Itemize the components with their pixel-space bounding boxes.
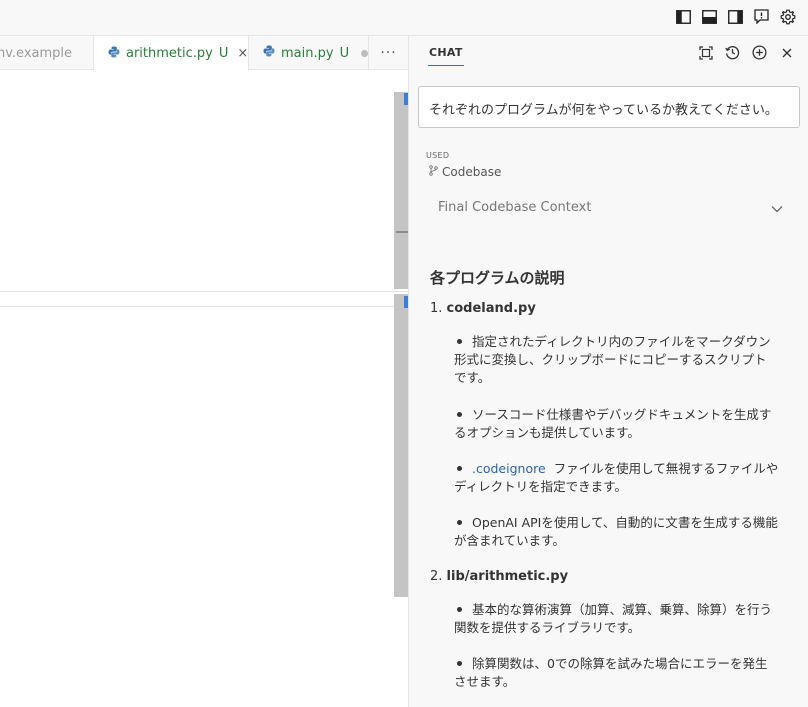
editor-tab-bar: nv.example arithmetic.py U × main.py U ·…: [0, 36, 408, 71]
chat-header: CHAT: [409, 36, 808, 70]
chat-panel: CHAT それぞれのプログラムが何をやっているか教えてください。 USED Co…: [408, 36, 808, 707]
editor-area: nv.example arithmetic.py U × main.py U ·…: [0, 36, 408, 707]
close-icon[interactable]: [778, 44, 795, 61]
layout-controls: [675, 8, 796, 25]
unsaved-dot-icon[interactable]: [361, 49, 368, 57]
bullet-text: 指定されたディレクトリ内のファイルをマークダウン: [472, 334, 771, 349]
bullet-icon: [457, 520, 462, 525]
tab-env-example[interactable]: nv.example: [0, 36, 94, 70]
bullet-icon: [457, 661, 462, 666]
chat-actions: [697, 44, 795, 61]
list-item: 指定されたディレクトリ内のファイルをマークダウン 形式に変換し、クリップボードに…: [454, 333, 794, 387]
untracked-badge: U: [339, 45, 350, 61]
python-file-icon: [108, 46, 120, 62]
codebase-context-collapsible[interactable]: Final Codebase Context: [438, 200, 783, 218]
item-number: 1.: [430, 301, 443, 316]
tab-label: main.py: [281, 45, 334, 61]
feedback-icon[interactable]: [753, 8, 770, 25]
bullet-text: ディレクトリを指定できます。: [454, 479, 627, 494]
history-icon[interactable]: [724, 44, 741, 61]
bullet-text: ファイルを使用して無視するファイルや: [553, 461, 779, 476]
untracked-badge: U: [218, 46, 229, 61]
gear-icon[interactable]: [779, 8, 796, 25]
bullet-icon: [457, 412, 462, 417]
list-item: 基本的な算術演算（加算、減算、乗算、除算）を行う 関数を提供するライブラリです。: [454, 601, 794, 637]
more-actions-button[interactable]: ···: [369, 36, 408, 70]
bullet-icon: [457, 339, 462, 344]
tab-label: nv.example: [0, 45, 73, 61]
chat-title[interactable]: CHAT: [429, 46, 463, 59]
bullet-text: ソースコード仕様書やデバッグドキュメントを生成す: [472, 407, 772, 422]
new-chat-icon[interactable]: [751, 44, 768, 61]
response-heading: 各プログラムの説明: [430, 269, 565, 287]
file-name: lib/arithmetic.py: [446, 569, 569, 584]
editor-split-divider[interactable]: [0, 291, 408, 292]
toggle-primary-sidebar-icon[interactable]: [675, 8, 692, 25]
maximize-icon[interactable]: [697, 44, 714, 61]
list-item: .codeignore ファイルを使用して無視するファイルや ディレクトリを指定…: [454, 460, 794, 496]
editor-pane-border: [0, 306, 408, 307]
list-item-title: 2. lib/arithmetic.py: [430, 569, 568, 584]
used-context-label: USED: [426, 151, 450, 160]
tab-arithmetic-py[interactable]: arithmetic.py U ×: [94, 36, 249, 71]
bullet-text: 関数を提供するライブラリです。: [454, 620, 641, 635]
file-name: codeland.py: [446, 301, 536, 316]
context-label: Final Codebase Context: [438, 200, 592, 215]
bullet-icon: [457, 607, 462, 612]
list-item: OpenAI APIを使用して、自動的に文書を生成する機能 が含まれています。: [454, 514, 794, 550]
item-number: 2.: [430, 569, 443, 584]
list-item-title: 1. codeland.py: [430, 301, 536, 316]
list-item: 除算関数は、0での除算を試みた場合にエラーを発生 させます。: [454, 655, 794, 691]
codeignore-link[interactable]: .codeignore: [472, 461, 546, 476]
chevron-down-icon[interactable]: [771, 202, 783, 217]
toggle-panel-icon[interactable]: [701, 8, 718, 25]
codebase-label: Codebase: [442, 165, 502, 179]
user-prompt-message: それぞれのプログラムが何をやっているか教えてください。: [418, 86, 800, 128]
editor-scrollbar-bottom[interactable]: [394, 294, 408, 597]
tab-main-py[interactable]: main.py U: [249, 36, 369, 70]
list-item: ソースコード仕様書やデバッグドキュメントを生成す るオプションも提供しています。: [454, 406, 794, 442]
branch-icon: [429, 165, 438, 179]
bullet-text: です。: [454, 370, 491, 385]
bullet-text: 基本的な算術演算（加算、減算、乗算、除算）を行う: [472, 602, 773, 617]
close-tab-icon[interactable]: ×: [237, 46, 248, 61]
bullet-text: させます。: [454, 674, 516, 689]
codebase-reference[interactable]: Codebase: [429, 165, 501, 179]
bullet-text: OpenAI APIを使用して、自動的に文書を生成する機能: [472, 515, 778, 530]
bullet-icon: [457, 466, 462, 471]
scroll-thumb[interactable]: [396, 231, 408, 233]
bullet-text: 形式に変換し、クリップボードにコピーするスクリプト: [454, 352, 767, 367]
bullet-text: が含まれています。: [454, 533, 565, 548]
bullet-text: 除算関数は、0での除算を試みた場合にエラーを発生: [472, 656, 768, 671]
title-bar: [0, 0, 808, 36]
editor-scrollbar-top[interactable]: [394, 92, 408, 289]
python-file-icon: [263, 45, 275, 61]
active-tab-indicator: [428, 65, 464, 66]
toggle-secondary-sidebar-icon[interactable]: [727, 8, 744, 25]
bullet-text: るオプションも提供しています。: [454, 425, 640, 440]
tab-label: arithmetic.py: [126, 46, 213, 61]
